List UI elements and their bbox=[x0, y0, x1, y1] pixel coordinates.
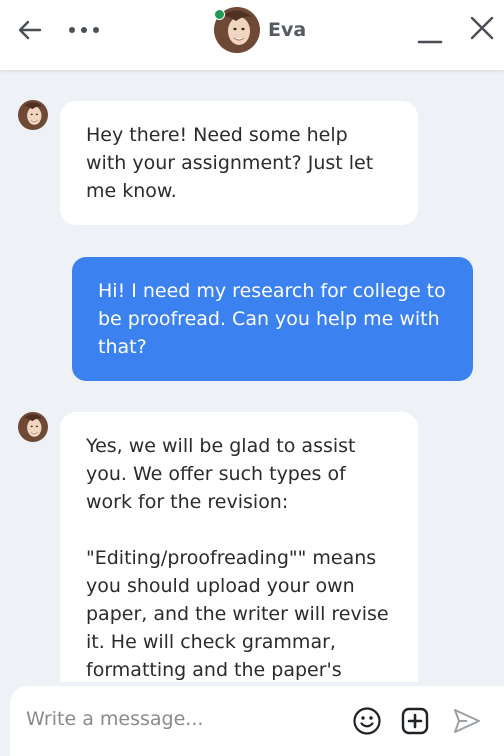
more-options-button[interactable] bbox=[62, 12, 106, 48]
close-button[interactable] bbox=[462, 10, 502, 46]
message-bubble: Hey there! Need some help with your assi… bbox=[60, 101, 418, 225]
close-icon bbox=[470, 16, 494, 40]
message-bubble: Yes, we will be glad to assist you. We o… bbox=[60, 412, 418, 682]
send-icon bbox=[454, 709, 480, 733]
message-input[interactable] bbox=[26, 704, 336, 734]
message-list[interactable]: Hey there! Need some help with your assi… bbox=[0, 70, 504, 682]
contact-name: Eva bbox=[268, 19, 307, 41]
online-status-dot bbox=[214, 9, 225, 20]
back-button[interactable] bbox=[10, 12, 50, 48]
attach-button[interactable] bbox=[398, 704, 432, 738]
chat-window: Eva Hey there! Need some help with your … bbox=[0, 0, 504, 756]
chat-header: Eva bbox=[0, 0, 504, 70]
avatar bbox=[18, 412, 48, 442]
message-bubble: Hi! I need my research for college to be… bbox=[72, 257, 473, 381]
avatar bbox=[18, 100, 48, 130]
emoji-button[interactable] bbox=[350, 704, 384, 738]
minimize-icon bbox=[417, 40, 443, 44]
minimize-button[interactable] bbox=[410, 14, 450, 50]
contact-info[interactable]: Eva bbox=[214, 6, 306, 54]
smiley-icon bbox=[353, 707, 381, 735]
contact-avatar-wrap bbox=[214, 7, 260, 53]
more-dots-icon bbox=[69, 27, 99, 33]
plus-square-icon bbox=[401, 707, 429, 735]
arrow-left-icon bbox=[18, 20, 42, 40]
send-button[interactable] bbox=[450, 704, 484, 738]
composer bbox=[0, 682, 504, 756]
composer-box bbox=[10, 686, 504, 756]
